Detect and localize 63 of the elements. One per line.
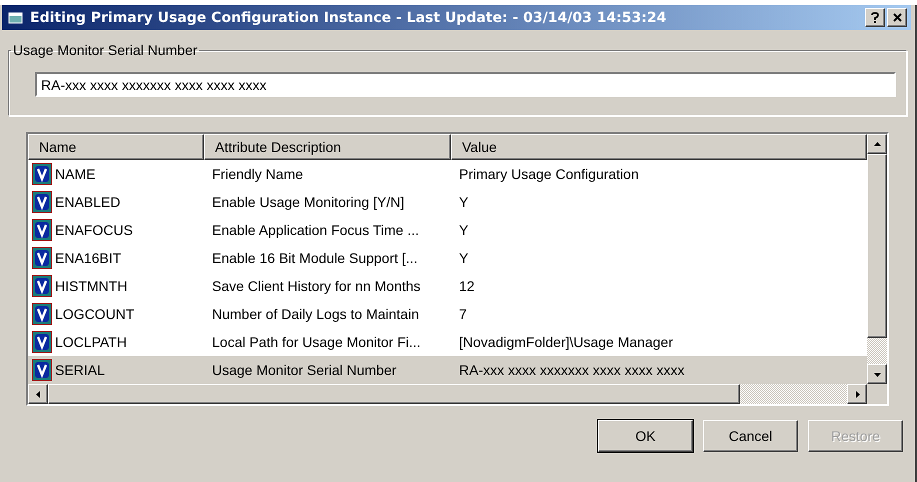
up-arrow-icon bbox=[874, 140, 880, 148]
dialog-button[interactable]: Cancel bbox=[703, 420, 798, 452]
table-row[interactable]: SERIAL Usage Monitor Serial Number RA-xxx xxxx xxxxxxx xxxx xxxx xxxx bbox=[28, 356, 867, 384]
table-row[interactable]: LOGCOUNT Number of Daily Logs to Maintain 7 bbox=[28, 300, 867, 328]
group-label: Usage Monitor Serial Number bbox=[12, 42, 198, 58]
table-cell-text: Enable Usage Monitoring [Y/N] bbox=[211, 194, 406, 210]
right-arrow-icon bbox=[854, 390, 860, 398]
scrollbar-thumb[interactable] bbox=[48, 384, 740, 404]
window-icon bbox=[8, 10, 24, 24]
column-header[interactable]: Name bbox=[28, 134, 204, 160]
v-letter-icon bbox=[32, 163, 52, 185]
scroll-down-button[interactable] bbox=[867, 364, 887, 384]
help-button[interactable] bbox=[865, 8, 885, 27]
scrollbar-thumb[interactable] bbox=[867, 154, 887, 338]
table-cell-text: Y bbox=[458, 250, 470, 266]
table-row[interactable]: LOCLPATH Local Path for Usage Monitor Fi... [NovadigmFolder]\Usage Manager bbox=[28, 328, 867, 356]
table-cell-text: RA-xxx xxxx xxxxxxx xxxx xxxx xxxx bbox=[458, 362, 686, 378]
table-cell-text: Enable 16 Bit Module Support [... bbox=[211, 250, 418, 266]
v-letter-icon bbox=[32, 359, 52, 381]
table-cell-text: Usage Monitor Serial Number bbox=[211, 362, 398, 378]
down-arrow-icon bbox=[874, 370, 880, 378]
table-cell: NAME bbox=[55, 166, 96, 182]
v-letter-icon bbox=[32, 191, 52, 213]
scroll-left-button[interactable] bbox=[28, 384, 48, 404]
table-cell: ENAFOCUS bbox=[55, 222, 133, 238]
table-cell: SERIAL bbox=[55, 362, 105, 378]
column-header[interactable]: Value bbox=[451, 134, 867, 160]
table-cell-text: Y bbox=[458, 222, 470, 238]
v-letter-icon bbox=[32, 247, 52, 269]
serial-number-field[interactable]: RA-xxx xxxx xxxxxxx xxxx xxxx xxxx bbox=[35, 72, 896, 97]
table-cell-text: Local Path for Usage Monitor Fi... bbox=[211, 334, 422, 350]
scroll-up-button[interactable] bbox=[867, 134, 887, 154]
window-title: Editing Primary Usage Configuration Instance - Last Update: - 03/14/03 14:53:24 bbox=[30, 10, 668, 26]
close-icon bbox=[892, 13, 902, 22]
v-letter-icon bbox=[32, 331, 52, 353]
table-cell-text: 12 bbox=[458, 278, 476, 294]
table-cell-text: 7 bbox=[458, 306, 468, 322]
table-row[interactable]: ENABLED Enable Usage Monitoring [Y/N] Y bbox=[28, 188, 867, 216]
table-cell-text: Primary Usage Configuration bbox=[458, 166, 640, 182]
scroll-right-button[interactable] bbox=[847, 384, 867, 404]
v-letter-icon bbox=[32, 303, 52, 325]
table-cell: LOGCOUNT bbox=[55, 306, 134, 322]
table-row[interactable]: ENA16BIT Enable 16 Bit Module Support [... Y bbox=[28, 244, 867, 272]
table-row[interactable]: HISTMNTH Save Client History for nn Months 12 bbox=[28, 272, 867, 300]
table-cell: ENA16BIT bbox=[55, 250, 122, 266]
dialog-button[interactable]: OK bbox=[598, 420, 693, 452]
table-cell: HISTMNTH bbox=[55, 278, 128, 294]
question-mark-icon bbox=[871, 12, 879, 23]
table-row[interactable]: NAME Friendly Name Primary Usage Configuration bbox=[28, 160, 867, 188]
close-button[interactable] bbox=[887, 8, 907, 27]
table-cell-text: Y bbox=[458, 194, 470, 210]
table-cell-text: [NovadigmFolder]\Usage Manager bbox=[458, 334, 674, 350]
table-cell-text: Save Client History for nn Months bbox=[211, 278, 422, 294]
table-cell: ENABLED bbox=[55, 194, 120, 210]
v-letter-icon bbox=[32, 275, 52, 297]
left-arrow-icon bbox=[34, 390, 42, 398]
table-row[interactable]: ENAFOCUS Enable Application Focus Time ... Y bbox=[28, 216, 867, 244]
table-cell: LOCLPATH bbox=[55, 334, 127, 350]
table-cell-text: Enable Application Focus Time ... bbox=[211, 222, 420, 238]
table-cell-text: Number of Daily Logs to Maintain bbox=[211, 306, 420, 322]
table-cell-text: Friendly Name bbox=[211, 166, 304, 182]
v-letter-icon bbox=[32, 219, 52, 241]
column-header[interactable]: Attribute Description bbox=[204, 134, 451, 160]
